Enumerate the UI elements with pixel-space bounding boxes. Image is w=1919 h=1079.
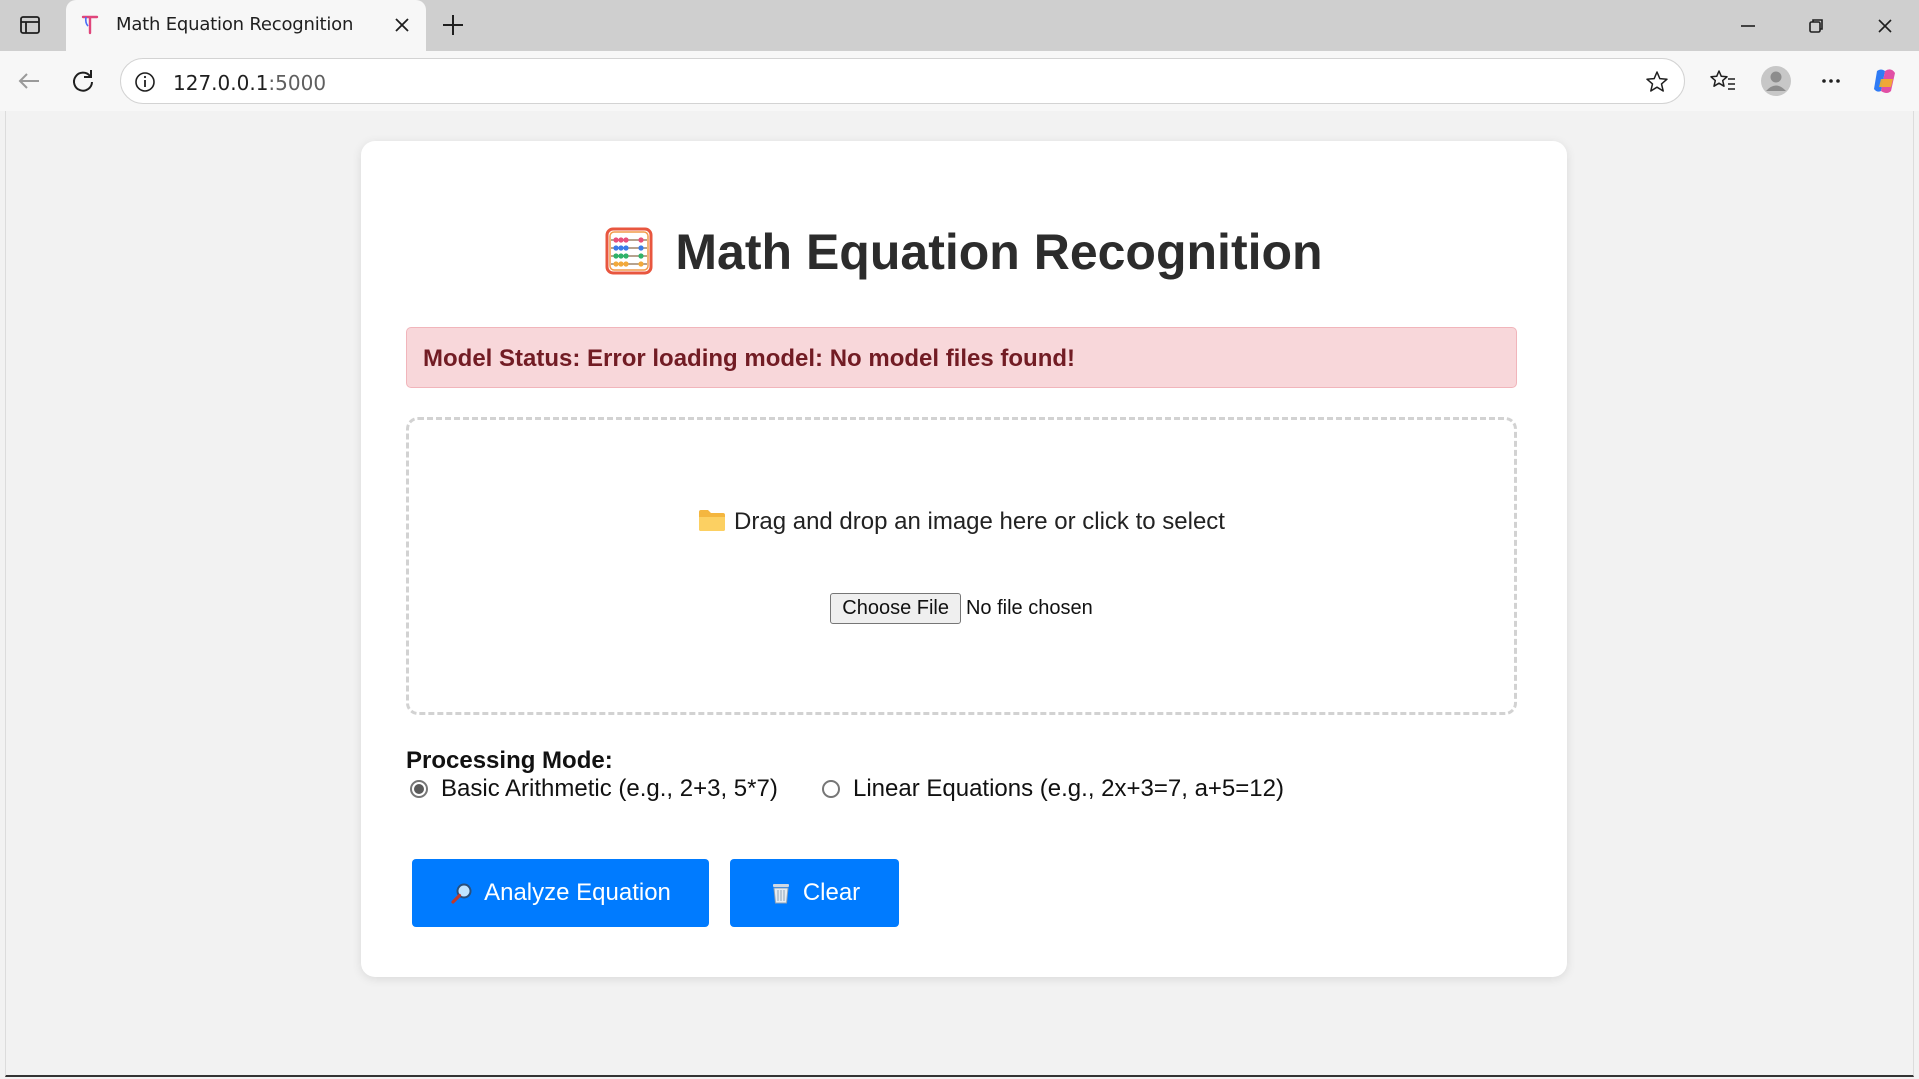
page-title: Math Equation Recognition xyxy=(361,223,1567,281)
analyze-equation-button[interactable]: Analyze Equation xyxy=(412,859,709,927)
favorite-star-icon[interactable] xyxy=(1644,69,1670,95)
mode-option-linear-equations[interactable]: Linear Equations (e.g., 2x+3=7, a+5=12) xyxy=(822,775,1284,803)
favicon-icon xyxy=(81,15,99,35)
profile-avatar-icon[interactable] xyxy=(1760,65,1792,97)
clear-button[interactable]: Clear xyxy=(730,859,899,927)
browser-tab[interactable]: Math Equation Recognition xyxy=(66,0,426,51)
browser-toolbar: 127.0.0.1:5000 xyxy=(0,51,1919,111)
image-dropzone[interactable]: Drag and drop an image here or click to … xyxy=(406,417,1517,715)
url-host: 127.0.0.1 xyxy=(173,71,269,95)
url-text[interactable]: 127.0.0.1:5000 xyxy=(173,71,326,95)
processing-mode-label: Processing Mode: xyxy=(406,747,613,774)
tab-bar: Math Equation Recognition xyxy=(0,0,1919,51)
tab-title: Math Equation Recognition xyxy=(116,14,354,35)
dropzone-label: Drag and drop an image here or click to … xyxy=(409,508,1514,536)
page-title-text: Math Equation Recognition xyxy=(675,224,1323,280)
close-tab-icon[interactable] xyxy=(392,15,412,35)
analyze-button-label: Analyze Equation xyxy=(484,879,671,906)
new-tab-icon[interactable] xyxy=(440,12,466,38)
basic-arithmetic-radio[interactable] xyxy=(410,780,428,798)
address-bar[interactable]: 127.0.0.1:5000 xyxy=(120,58,1685,104)
file-input: Choose File No file chosen xyxy=(409,593,1514,624)
abacus-icon xyxy=(605,227,653,275)
main-card: Math Equation Recognition Model Status: … xyxy=(361,141,1567,977)
favorites-icon[interactable] xyxy=(1707,65,1739,97)
choose-file-button[interactable]: Choose File xyxy=(830,593,961,624)
wastebasket-icon xyxy=(772,884,789,904)
basic-arithmetic-label: Basic Arithmetic (e.g., 2+3, 5*7) xyxy=(441,775,778,802)
folder-icon xyxy=(699,510,726,531)
back-arrow-icon[interactable] xyxy=(14,66,44,96)
page-viewport: Math Equation Recognition Model Status: … xyxy=(5,111,1914,1077)
magnifier-icon xyxy=(451,883,472,904)
linear-equations-radio[interactable] xyxy=(822,780,840,798)
more-options-icon[interactable] xyxy=(1815,65,1847,97)
file-status-text: No file chosen xyxy=(965,597,1093,619)
url-port: :5000 xyxy=(268,71,327,95)
site-info-icon[interactable] xyxy=(133,70,157,94)
dropzone-text: Drag and drop an image here or click to … xyxy=(734,508,1225,535)
minimize-icon[interactable] xyxy=(1735,13,1761,39)
copilot-icon[interactable] xyxy=(1869,65,1901,97)
linear-equations-label: Linear Equations (e.g., 2x+3=7, a+5=12) xyxy=(853,775,1284,802)
clear-button-label: Clear xyxy=(802,879,861,906)
restore-icon[interactable] xyxy=(1803,13,1829,39)
model-status-alert: Model Status: Error loading model: No mo… xyxy=(406,327,1517,388)
reload-icon[interactable] xyxy=(68,66,98,96)
mode-option-basic-arithmetic[interactable]: Basic Arithmetic (e.g., 2+3, 5*7) xyxy=(410,775,778,803)
close-window-icon[interactable] xyxy=(1872,13,1898,39)
sidebar-toggle-icon[interactable] xyxy=(18,13,42,37)
